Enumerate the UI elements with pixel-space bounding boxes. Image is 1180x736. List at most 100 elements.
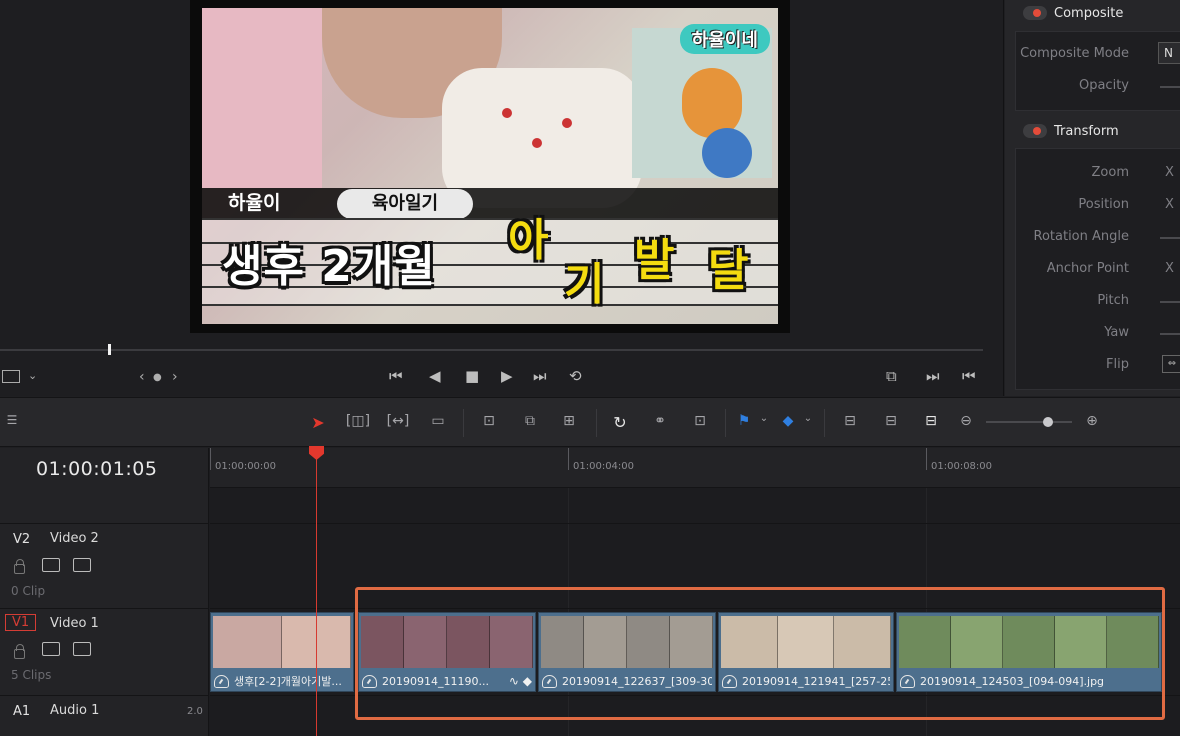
flag-dropdown-icon[interactable]: ⌄ [758,413,770,433]
track-name-v2[interactable]: Video 2 [50,531,99,546]
zoom-slider[interactable] [986,421,1072,423]
preview-frame: 하율이네 하율이 육아일기 생후 2개월 아 기 발 달 [190,0,790,333]
stop-icon[interactable]: ■ [465,367,479,385]
inspector-panel: Composite Composite Mode N Opacity Trans… [1005,0,1180,396]
marker-icon[interactable]: ◆ [781,413,795,433]
thumbnail-yellow-3: 발 [634,235,675,286]
go-to-start-icon[interactable]: ⏮ [389,367,403,385]
blade-tool-icon[interactable]: ▭ [424,413,452,433]
next-edit-icon[interactable]: ⏭ [926,367,940,385]
opacity-slider[interactable] [1160,86,1180,88]
trim-tool-icon[interactable]: [◫] [343,413,373,433]
insert-clip-icon[interactable]: ⊡ [475,413,503,433]
clip-thumbnails [213,616,351,668]
selection-tool-icon[interactable]: ➤ [309,413,327,433]
track-header-a1: A1 Audio 1 2.0 [0,695,209,736]
composite-mode-label: Composite Mode [1020,46,1129,61]
scrubber-playhead[interactable] [108,344,111,355]
thumbnail-yellow-1: 아 [508,215,549,266]
composite-section: Composite Mode N Opacity [1015,31,1180,111]
lock-icon[interactable] [14,559,25,574]
flip-label: Flip [1106,357,1129,372]
timeline-ruler[interactable]: 01:00:00:00 01:00:04:00 01:00:08:00 [210,448,1180,488]
track-visibility-icon[interactable] [73,642,91,656]
zoom-label: Zoom [1091,165,1129,180]
nav-dot-icon[interactable]: ● [153,372,162,383]
selection-highlight [355,587,1165,720]
yaw-slider[interactable] [1160,333,1180,335]
composite-mode-select[interactable]: N [1158,42,1180,64]
thumbnail-yellow-2: 기 [564,259,605,310]
reverse-play-icon[interactable]: ◀ [429,367,441,385]
flip-horizontal-icon[interactable]: ⇔ [1162,355,1180,373]
track-name-v1[interactable]: Video 1 [50,616,99,631]
go-to-end-icon[interactable]: ⏭ [533,367,547,385]
rotation-slider[interactable] [1160,237,1180,239]
timeline-view-icon[interactable]: ☰ [2,413,22,433]
speed-gauge-icon [214,674,229,688]
marker-dropdown-icon[interactable]: ⌄ [802,413,814,433]
timeline-playhead-line[interactable] [316,452,317,736]
lock-icon[interactable] [14,644,25,659]
anchor-point-label: Anchor Point [1046,261,1129,276]
audio-level: 2.0 [187,706,203,717]
ruler-label-1: 01:00:04:00 [573,461,635,472]
position-lock-icon[interactable]: ⊡ [689,413,711,433]
dynamic-trim-icon[interactable]: [↔] [384,413,412,433]
yaw-label: Yaw [1104,325,1129,340]
auto-select-icon[interactable] [42,642,60,656]
thumbnail-title: 생후 2개월 [222,241,436,292]
transform-section: Zoom X Position X Rotation Angle Anchor … [1015,148,1180,390]
overwrite-clip-icon[interactable]: ⧉ [516,413,544,433]
thumbnail-name: 하율이 [228,192,281,214]
clip-label: 생후[2-2]개월아기발... [234,675,342,688]
viewer-panel: 하율이네 하율이 육아일기 생후 2개월 아 기 발 달 ⌄ ‹ ● › ⏮ ◀… [0,0,1004,396]
track-name-a1[interactable]: Audio 1 [50,703,99,718]
composite-title: Composite [1054,6,1124,21]
transform-title: Transform [1054,124,1119,139]
thumbnail-yellow-4: 달 [708,245,749,296]
composite-section-header[interactable]: Composite [1019,4,1180,24]
chevron-down-icon[interactable]: ⌄ [28,369,37,382]
match-frame-icon[interactable]: ⧉ [886,367,897,385]
replace-clip-icon[interactable]: ⊞ [555,413,583,433]
track-header-v2: V2 Video 2 0 Clip [0,523,209,608]
zoom-detail-icon[interactable]: ⊟ [877,413,905,433]
ruler-label-0: 01:00:00:00 [215,461,277,472]
viewer-size-icon[interactable] [2,370,20,383]
zoom-in-icon[interactable]: ⊕ [1084,413,1100,433]
zoom-custom-icon[interactable]: ⊟ [916,413,946,433]
loop-icon[interactable]: ⟲ [569,367,582,385]
anchor-x-label: X [1165,261,1174,276]
zoom-full-icon[interactable]: ⊟ [836,413,864,433]
track-clip-count-v2: 0 Clip [11,584,46,598]
zoom-slider-handle[interactable] [1043,417,1053,427]
position-x-label: X [1165,197,1174,212]
transform-section-header[interactable]: Transform [1019,122,1180,142]
pitch-slider[interactable] [1160,301,1180,303]
play-icon[interactable]: ▶ [501,367,513,385]
zoom-out-icon[interactable]: ⊖ [958,413,974,433]
thumbnail-pill: 육아일기 [337,189,473,219]
clip-1[interactable]: 생후[2-2]개월아기발... [210,612,354,692]
track-visibility-icon[interactable] [73,558,91,572]
snapping-icon[interactable]: ↻ [609,413,631,433]
previous-edit-icon[interactable]: ⏮ [962,367,976,385]
composite-toggle[interactable] [1023,6,1047,20]
track-id-v1[interactable]: V1 [5,614,37,631]
nav-prev-icon[interactable]: ‹ [139,369,145,385]
viewer-scrubber[interactable] [0,349,983,351]
flag-icon[interactable]: ⚑ [737,413,751,433]
track-id-v2: V2 [13,532,31,547]
transform-toggle[interactable] [1023,124,1047,138]
timeline-timecode[interactable]: 01:00:01:05 [36,458,157,480]
link-icon[interactable]: ⚭ [649,413,671,433]
auto-select-icon[interactable] [42,558,60,572]
nav-next-icon[interactable]: › [172,369,178,385]
timeline-toolbar: ☰ ➤ [◫] [↔] ▭ ⊡ ⧉ ⊞ ↻ ⚭ ⊡ ⚑ ⌄ ◆ ⌄ ⊟ ⊟ ⊟ … [0,397,1180,447]
pitch-label: Pitch [1097,293,1129,308]
track-id-a1: A1 [13,704,31,719]
track-clip-count-v1: 5 Clips [11,668,52,682]
track-headers: 01:00:01:05 V2 Video 2 0 Clip V1 Video 1… [0,448,209,736]
position-label: Position [1078,197,1129,212]
